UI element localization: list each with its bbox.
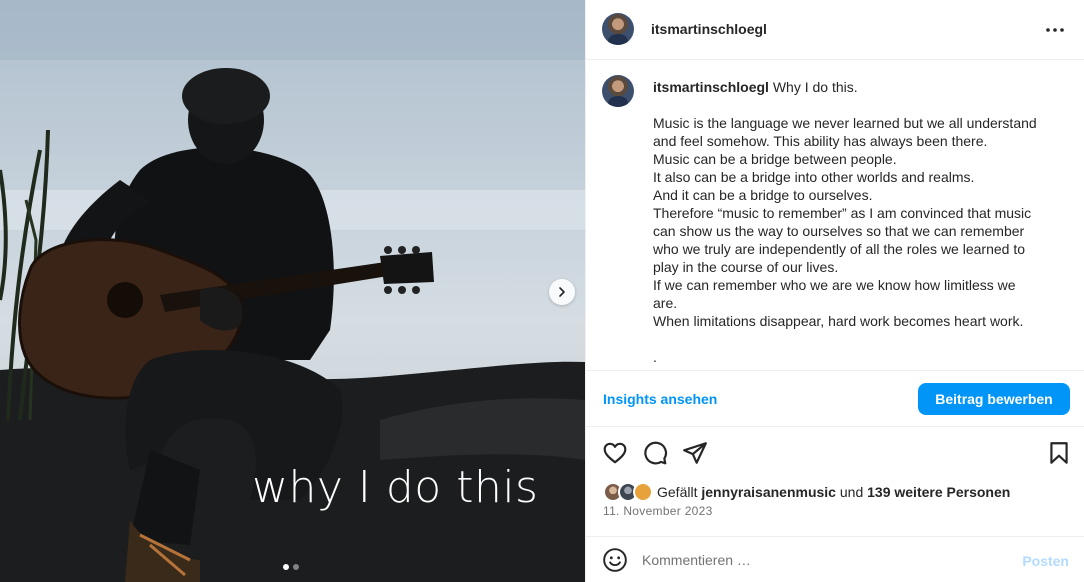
more-options-icon[interactable] [1043,20,1067,40]
comment-icon[interactable] [642,440,668,466]
liker-username[interactable]: jennyraisanenmusic [701,484,836,500]
likes-summary: Gefällt jennyraisanenmusic und 139 weite… [603,481,1010,503]
emoji-icon[interactable] [602,547,628,573]
heart-icon[interactable] [602,440,628,466]
post-details-panel: itsmartinschloegl itsmartinschloegl Why … [585,0,1084,582]
post-actions [586,438,1084,468]
post-date[interactable]: 11. November 2023 [603,504,713,518]
comment-bar: Posten [586,536,1084,582]
caption-section: itsmartinschloegl Why I do this. Music i… [586,61,1084,370]
caption-title: Why I do this. [772,79,858,95]
carousel-indicator [283,564,299,570]
next-slide-button[interactable] [549,279,575,305]
chevron-right-icon [559,287,565,297]
likes-prefix: Gefällt [657,484,698,500]
view-insights-link[interactable]: Insights ansehen [603,391,717,407]
post-media[interactable]: why I do this [0,0,585,582]
promote-post-button[interactable]: Beitrag bewerben [918,383,1070,415]
caption-avatar[interactable] [602,75,634,107]
likes-conjunction: und [839,484,864,500]
caption-heading: itsmartinschloegl Why I do this. [653,78,858,96]
bookmark-icon[interactable] [1046,440,1072,466]
carousel-dot-active [283,564,289,570]
overlay-caption-text: why I do this [252,462,539,513]
liker-avatars[interactable] [603,481,655,503]
comment-input[interactable] [642,548,1002,572]
post-comment-button[interactable]: Posten [1022,553,1069,569]
avatar[interactable] [602,13,634,45]
header-username[interactable]: itsmartinschloegl [651,21,767,37]
caption-text: Music is the language we never learned b… [653,115,1037,365]
post-header: itsmartinschloegl [586,0,1084,60]
others-likes-link[interactable]: 139 weitere Personen [867,484,1010,500]
caption-username[interactable]: itsmartinschloegl [653,79,769,95]
avatar [633,482,653,502]
owner-action-bar: Insights ansehen Beitrag bewerben [586,370,1084,427]
carousel-dot [293,564,299,570]
paper-plane-icon[interactable] [682,440,708,466]
